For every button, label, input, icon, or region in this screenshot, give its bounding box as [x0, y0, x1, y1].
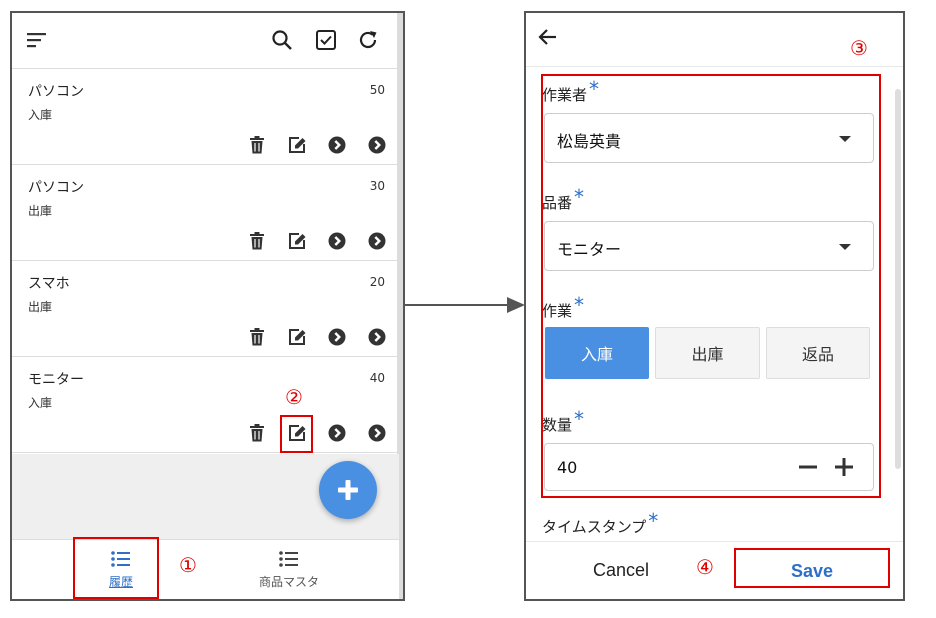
product-label-text: 品番 — [542, 194, 573, 212]
item-actions — [247, 327, 387, 347]
item-operation: 入庫 — [28, 108, 53, 122]
item-operation: 出庫 — [28, 204, 53, 218]
item-name: パソコン — [28, 180, 84, 196]
list-screen: パソコン 50 入庫 パソコン 30 出庫 スマホ 20 出庫 モニター 40 … — [10, 11, 405, 601]
item-quantity: 20 — [369, 275, 385, 289]
trash-icon[interactable] — [247, 327, 267, 347]
plus-icon[interactable] — [833, 456, 855, 478]
worker-label: 作業者 * — [542, 77, 599, 105]
operation-option-return[interactable]: 返品 — [766, 327, 870, 379]
product-select[interactable]: モニター — [544, 221, 874, 271]
chevron-circle-icon[interactable] — [367, 423, 387, 443]
edit-icon[interactable] — [287, 231, 307, 251]
nav-item-product-master[interactable]: 商品マスタ — [244, 540, 334, 599]
edit-icon[interactable] — [287, 327, 307, 347]
chevron-circle-icon[interactable] — [327, 135, 347, 155]
annotation-number-2: ② — [285, 385, 303, 409]
history-list: パソコン 50 入庫 パソコン 30 出庫 スマホ 20 出庫 モニター 40 … — [12, 69, 399, 453]
chevron-circle-icon[interactable] — [327, 423, 347, 443]
trash-icon[interactable] — [247, 135, 267, 155]
edit-icon[interactable] — [287, 423, 307, 443]
search-icon[interactable] — [269, 27, 295, 53]
chevron-circle-icon[interactable] — [367, 135, 387, 155]
list-icon — [111, 550, 130, 567]
trash-icon[interactable] — [247, 423, 267, 443]
operation-label-text: 作業 — [542, 302, 573, 320]
list-item[interactable]: パソコン 30 出庫 — [12, 165, 399, 261]
checkbox-icon[interactable] — [313, 27, 339, 53]
worker-label-text: 作業者 — [542, 86, 588, 104]
required-mark: * — [574, 185, 585, 209]
item-name: パソコン — [28, 84, 84, 100]
item-name: モニター — [28, 372, 84, 388]
list-icon — [279, 550, 298, 567]
list-item[interactable]: スマホ 20 出庫 — [12, 261, 399, 357]
operation-option-in[interactable]: 入庫 — [545, 327, 649, 379]
edit-screen: 作業者 * 松島英貴 品番 * モニター 作業 * 入庫 出庫 返品 数量 * 40 タ… — [524, 11, 905, 601]
edit-footer: Cancel Save — [526, 541, 903, 599]
nav-item-history[interactable]: 履歴 — [96, 540, 146, 599]
nav-label-history: 履歴 — [108, 574, 133, 589]
save-button[interactable]: Save — [736, 552, 888, 590]
item-operation: 入庫 — [28, 396, 53, 410]
bottom-nav: 履歴 商品マスタ — [12, 539, 399, 599]
required-mark: * — [574, 407, 585, 431]
item-name: スマホ — [28, 276, 70, 292]
scrollbar[interactable] — [895, 89, 901, 469]
required-mark: * — [648, 509, 659, 533]
product-label: 品番 * — [542, 185, 584, 213]
chevron-circle-icon[interactable] — [327, 231, 347, 251]
arrow-left-icon[interactable] — [536, 25, 560, 49]
refresh-icon[interactable] — [355, 27, 381, 53]
chevron-circle-icon[interactable] — [367, 327, 387, 347]
minus-icon[interactable] — [797, 456, 819, 478]
cancel-button[interactable]: Cancel — [566, 560, 676, 581]
annotation-number-1: ① — [179, 553, 197, 577]
list-toolbar — [12, 13, 399, 69]
chevron-circle-icon[interactable] — [327, 327, 347, 347]
operation-option-out[interactable]: 出庫 — [655, 327, 760, 379]
edit-icon[interactable] — [287, 135, 307, 155]
edit-header — [526, 13, 903, 67]
required-mark: * — [589, 77, 600, 101]
chevron-circle-icon[interactable] — [367, 231, 387, 251]
timestamp-label: タイムスタンプ * — [542, 509, 658, 537]
annotation-number-3: ③ — [850, 36, 868, 60]
quantity-label-text: 数量 — [542, 416, 573, 434]
worker-value: 松島英貴 — [557, 132, 622, 151]
timestamp-label-text: タイムスタンプ — [542, 518, 647, 536]
nav-label-product-master: 商品マスタ — [258, 574, 319, 589]
nav-active-indicator — [96, 598, 146, 599]
plus-icon — [338, 480, 358, 500]
required-mark: * — [574, 293, 585, 317]
add-button[interactable] — [319, 461, 377, 519]
item-actions — [247, 135, 387, 155]
list-item[interactable]: モニター 40 入庫 — [12, 357, 399, 453]
quantity-label: 数量 * — [542, 407, 584, 435]
sort-menu-icon[interactable] — [24, 27, 50, 53]
list-item[interactable]: パソコン 50 入庫 — [12, 69, 399, 165]
worker-select[interactable]: 松島英貴 — [544, 113, 874, 163]
item-actions — [247, 423, 387, 443]
caret-down-icon — [839, 244, 851, 250]
item-quantity: 30 — [369, 179, 385, 193]
item-quantity: 40 — [369, 371, 385, 385]
item-quantity: 50 — [369, 83, 385, 97]
quantity-value: 40 — [557, 458, 578, 477]
caret-down-icon — [839, 136, 851, 142]
product-value: モニター — [557, 240, 622, 259]
item-actions — [247, 231, 387, 251]
operation-label: 作業 * — [542, 293, 584, 321]
flow-arrow-head — [507, 297, 525, 313]
trash-icon[interactable] — [247, 231, 267, 251]
item-operation: 出庫 — [28, 300, 53, 314]
quantity-stepper[interactable]: 40 — [544, 443, 874, 491]
annotation-number-4: ④ — [696, 555, 714, 579]
flow-arrow-line — [405, 304, 513, 306]
